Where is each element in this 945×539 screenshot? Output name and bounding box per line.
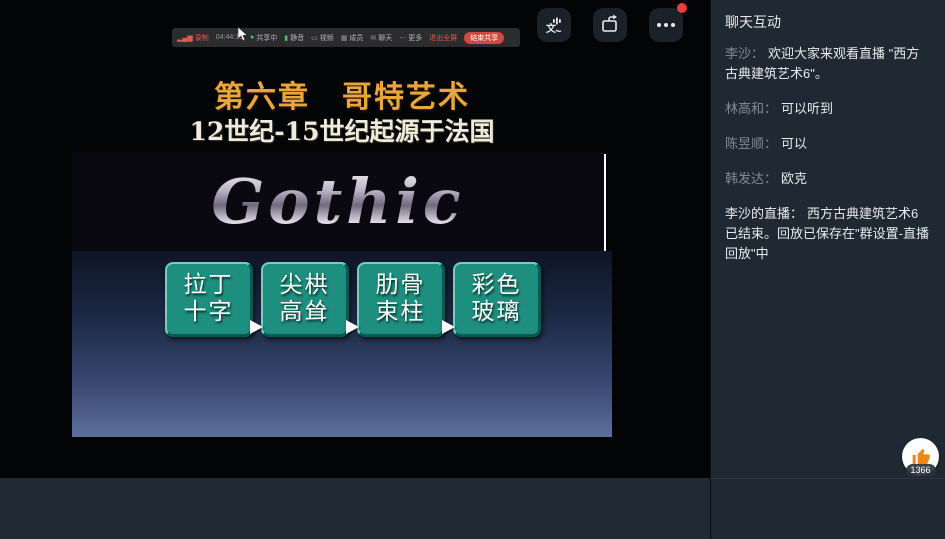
- chat-panel: 聊天互动 李沙：欢迎大家来观看直播 "西方古典建筑艺术6"。 林高和：可以听到 …: [710, 0, 945, 539]
- chat-panel-title: 聊天互动: [711, 0, 945, 32]
- exit-fullscreen-label: 退出全屏: [429, 33, 457, 43]
- chat-username: 韩发达：: [725, 171, 777, 186]
- more-options-button[interactable]: [649, 8, 683, 42]
- flow-arrow-icon: [250, 320, 263, 334]
- chat-system-message: 李沙的直播：西方古典建筑艺术6 已结束。回放已保存在"群设置-直播回放"中: [725, 204, 932, 264]
- mini-window-icon: [599, 14, 621, 36]
- sharing-dot-icon: ●: [250, 34, 254, 41]
- mini-window-button[interactable]: [593, 8, 627, 42]
- toolbar-item-sharing: ● 共享中: [250, 33, 277, 43]
- mouse-pointer-icon: [237, 27, 249, 42]
- toolbar-item-members: ▦ 成员: [341, 33, 364, 43]
- flow-box-rib-vault: 肋骨 束柱: [357, 262, 445, 337]
- like-button[interactable]: 1366: [902, 438, 939, 475]
- shared-screen-toolbar: ▂▄▆ 录制 04:44:10 ● 共享中 ▮ 静音 ▭ 视频 ▦ 成员 ✉: [172, 28, 520, 47]
- toolbar-item-mic: ▮ 静音: [284, 33, 304, 43]
- toolbar-item-video: ▭ 视频: [311, 33, 334, 43]
- live-stream-window: ▂▄▆ 录制 04:44:10 ● 共享中 ▮ 静音 ▭ 视频 ▦ 成员 ✉: [0, 0, 945, 539]
- chat-username: 林高和：: [725, 101, 777, 116]
- signal-bars-icon: ▂▄▆: [177, 34, 193, 42]
- slide-chapter-title: 第六章 哥特艺术: [72, 72, 612, 116]
- flow-arrow-icon: [442, 320, 455, 334]
- voice-to-text-icon: 文: [543, 14, 565, 36]
- members-icon: ▦: [341, 34, 348, 42]
- chat-message: 韩发达：欧克: [725, 169, 932, 189]
- chat-message: 李沙：欢迎大家来观看直播 "西方古典建筑艺术6"。: [725, 44, 932, 84]
- video-stream-area[interactable]: ▂▄▆ 录制 04:44:10 ● 共享中 ▮ 静音 ▭ 视频 ▦ 成员 ✉: [0, 0, 710, 478]
- chat-input-bar: 发送: [711, 478, 945, 539]
- svg-text:文: 文: [546, 22, 557, 35]
- chat-username: 李沙：: [725, 46, 764, 61]
- camera-icon: ▭: [311, 34, 318, 42]
- text-caret-line: [604, 154, 606, 254]
- mic-icon: ▮: [284, 34, 288, 42]
- subtitle-translate-button[interactable]: 文: [537, 8, 571, 42]
- like-count-badge: 1366: [905, 464, 935, 477]
- chat-username: 陈昱顺：: [725, 136, 777, 151]
- toolbar-item-chat: ✉ 聊天: [370, 33, 392, 43]
- end-share-button: 结束共享: [464, 32, 504, 44]
- more-dots-icon: [657, 23, 675, 27]
- chat-message: 林高和：可以听到: [725, 99, 932, 119]
- chat-message-list[interactable]: 李沙：欢迎大家来观看直播 "西方古典建筑艺术6"。 林高和：可以听到 陈昱顺：可…: [711, 44, 945, 434]
- chat-message: 陈昱顺：可以: [725, 134, 932, 154]
- more-icon: ⋯: [399, 34, 406, 42]
- flow-arrow-icon: [346, 320, 359, 334]
- gothic-image: Gothic: [72, 152, 604, 251]
- chat-username: 李沙的直播：: [725, 206, 803, 221]
- flow-box-pointed-arch: 尖栱 高耸: [261, 262, 349, 337]
- toolbar-item-more: ⋯ 更多: [399, 33, 422, 43]
- flow-box-stained-glass: 彩色 玻璃: [453, 262, 541, 337]
- host-info-bar: 主播: 沙 李沙 标题: 西方古典建筑艺术6: [0, 478, 710, 539]
- flow-box-latin-cross: 拉丁 十字: [165, 262, 253, 337]
- notification-dot: [677, 3, 687, 13]
- slide-subtitle: 12世纪-15世纪起源于法国: [72, 112, 612, 148]
- gothic-wordmark: Gothic: [211, 165, 464, 238]
- chat-bubble-icon: ✉: [370, 34, 376, 42]
- recording-indicator: ▂▄▆ 录制: [177, 33, 209, 43]
